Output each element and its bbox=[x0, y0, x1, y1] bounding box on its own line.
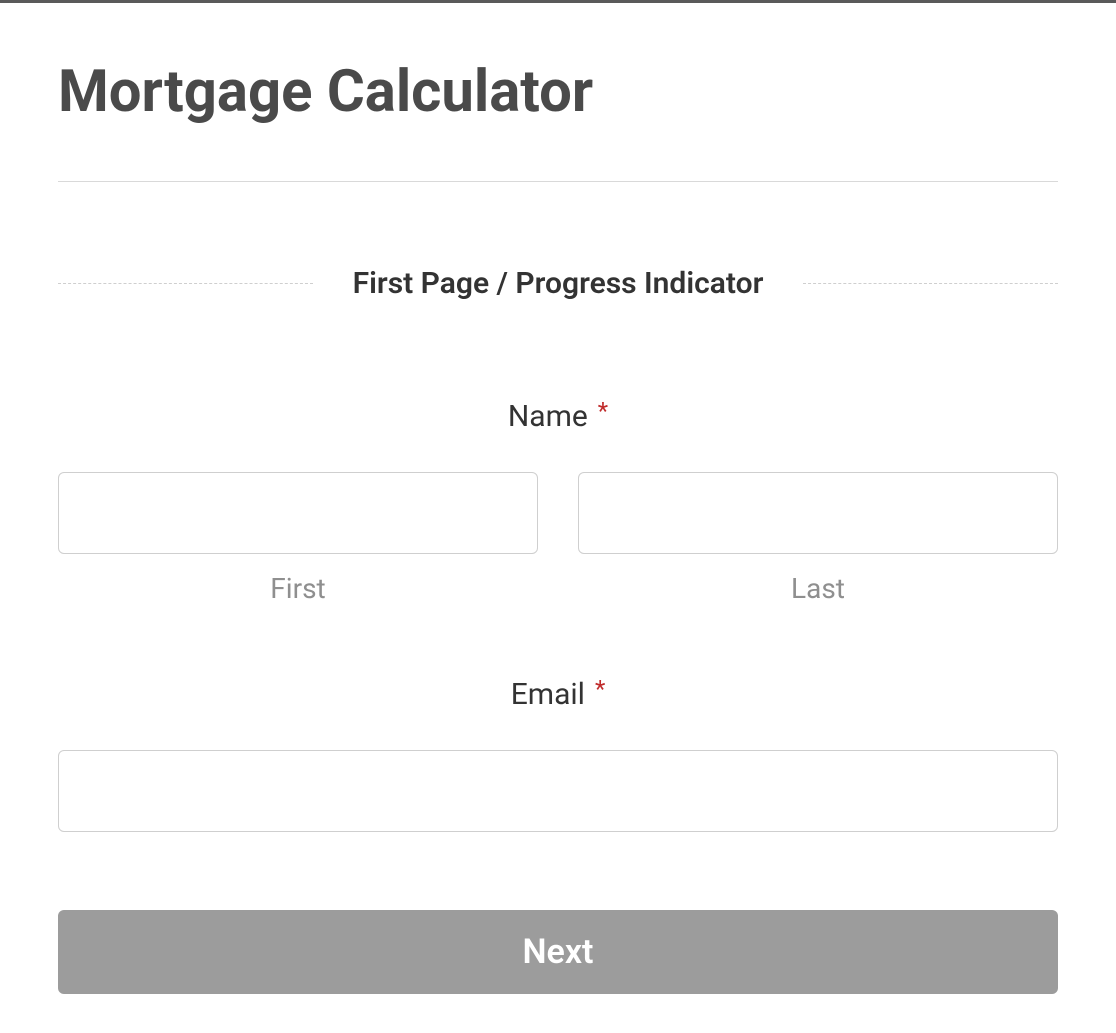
name-label-row: Name * bbox=[58, 399, 1058, 434]
section-heading: First Page / Progress Indicator bbox=[58, 266, 1058, 301]
first-name-input[interactable] bbox=[58, 472, 538, 554]
page-container: Mortgage Calculator First Page / Progres… bbox=[0, 61, 1116, 994]
email-required-mark: * bbox=[595, 675, 605, 703]
last-name-sublabel: Last bbox=[578, 572, 1058, 605]
name-required-mark: * bbox=[598, 397, 608, 425]
section-dash-right bbox=[803, 283, 1058, 284]
email-row bbox=[58, 750, 1058, 832]
first-name-column: First bbox=[58, 472, 538, 605]
name-fields-row: First Last bbox=[58, 472, 1058, 605]
page-title: Mortgage Calculator bbox=[58, 61, 1058, 125]
name-label: Name bbox=[508, 399, 588, 434]
name-field-block: Name * First Last bbox=[58, 399, 1058, 605]
section-dash-left bbox=[58, 283, 313, 284]
last-name-input[interactable] bbox=[578, 472, 1058, 554]
email-label-row: Email * bbox=[58, 677, 1058, 712]
email-field-block: Email * bbox=[58, 677, 1058, 832]
email-input[interactable] bbox=[58, 750, 1058, 832]
top-divider bbox=[0, 0, 1116, 3]
last-name-column: Last bbox=[578, 472, 1058, 605]
first-name-sublabel: First bbox=[58, 572, 538, 605]
next-button[interactable]: Next bbox=[58, 910, 1058, 994]
section-heading-label: First Page / Progress Indicator bbox=[353, 266, 764, 301]
title-rule bbox=[58, 181, 1058, 182]
email-label: Email bbox=[511, 677, 585, 712]
